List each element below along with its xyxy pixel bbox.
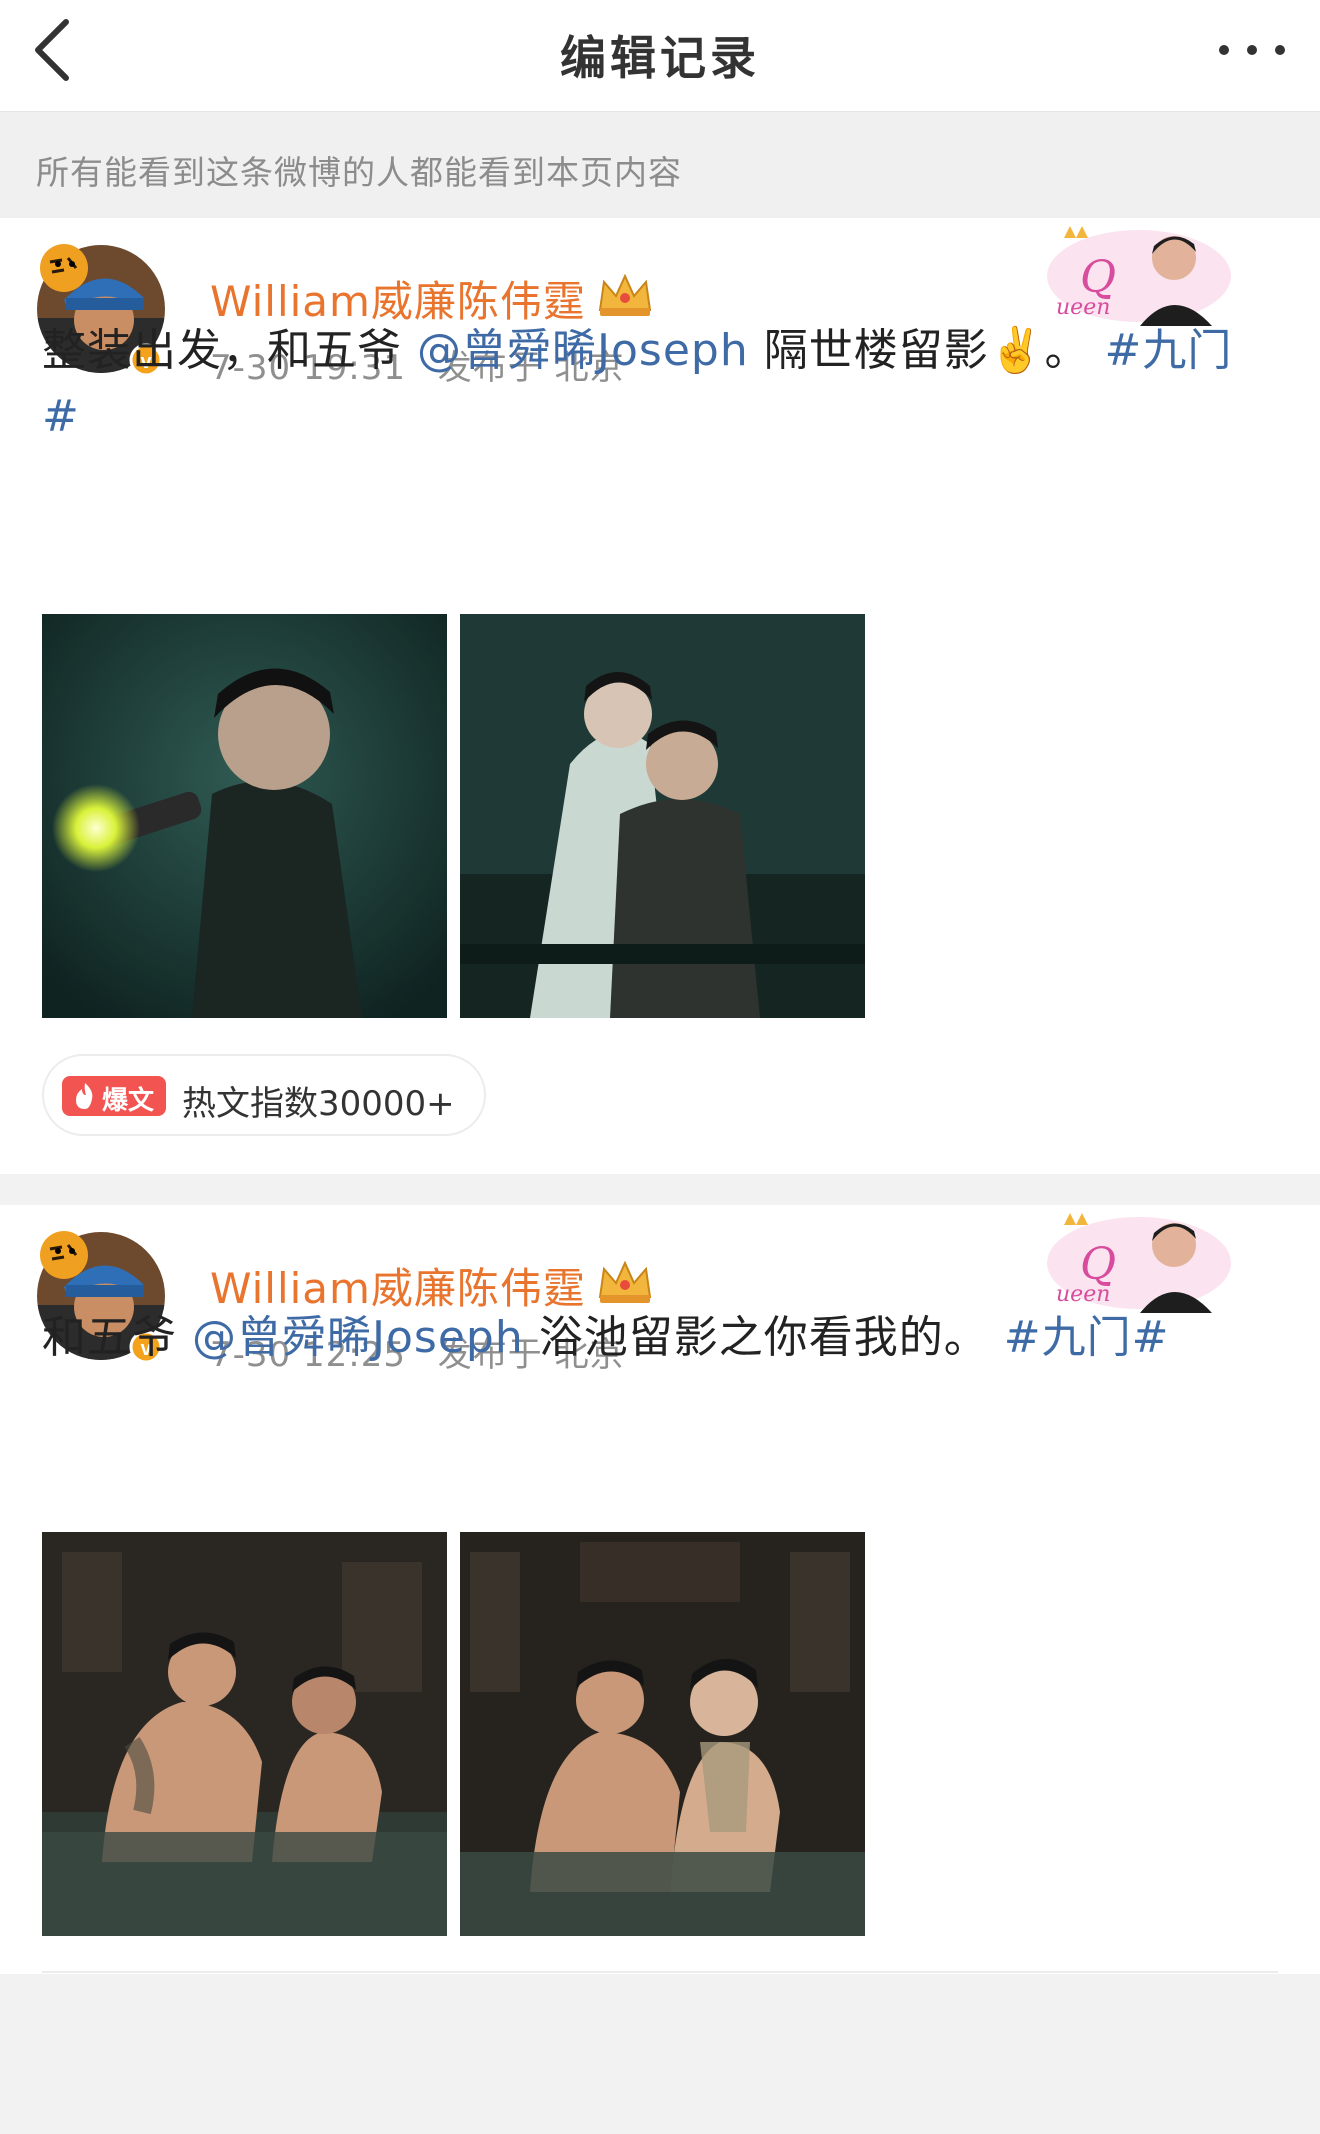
fire-icon xyxy=(76,1083,93,1109)
hot-article-pill[interactable]: 爆文 热文指数30000+ xyxy=(42,1054,486,1136)
post-photo[interactable] xyxy=(460,614,865,1018)
topic-link[interactable]: #九门# xyxy=(1004,1312,1170,1363)
post-photo[interactable] xyxy=(42,614,447,1018)
post-card: v William威廉陈伟霆 7-30 19:31 发布于 北京 Q ueen … xyxy=(0,218,1320,1174)
post-text-body: 和五爷 xyxy=(42,1312,177,1363)
svg-text:ueen: ueen xyxy=(1056,295,1110,320)
post-card: v William威廉陈伟霆 7-30 12:25 发布于 北京 Q ueen … xyxy=(0,1205,1320,1974)
hot-badge: 爆文 xyxy=(62,1076,166,1116)
post-photo[interactable] xyxy=(460,1532,865,1936)
queen-decoration-icon: Q ueen xyxy=(1044,218,1234,328)
visibility-notice: 所有能看到这条微博的人都能看到本页内容 xyxy=(0,112,1320,218)
post-text-body: 隔世楼留影✌️。 xyxy=(763,325,1090,376)
svg-text:ueen: ueen xyxy=(1056,1282,1110,1307)
post-text-body: 浴池留影之你看我的。 xyxy=(538,1312,989,1363)
post-text-body: 整装出发，和五爷 xyxy=(42,325,402,376)
crown-icon xyxy=(596,1257,654,1305)
more-options-button[interactable] xyxy=(1212,30,1292,70)
tiger-icon xyxy=(40,1231,88,1279)
crown-icon xyxy=(596,270,654,318)
tiger-icon xyxy=(40,244,88,292)
mention-link[interactable]: @曾舜晞Joseph xyxy=(417,325,749,376)
post-text: 整装出发，和五爷 @曾舜晞Joseph 隔世楼留影✌️。 #九门# xyxy=(42,318,1262,450)
more-dots-icon xyxy=(1219,45,1285,55)
post-text: 和五爷 @曾舜晞Joseph 浴池留影之你看我的。 #九门# xyxy=(42,1305,1262,1371)
queen-decoration-icon: Q ueen xyxy=(1044,1205,1234,1315)
hot-index-label: 热文指数30000+ xyxy=(182,1084,455,1124)
post-photo[interactable] xyxy=(42,1532,447,1936)
mention-link[interactable]: @曾舜晞Joseph xyxy=(192,1312,524,1363)
page-title: 编辑记录 xyxy=(560,31,760,85)
hot-badge-label: 爆文 xyxy=(102,1086,155,1116)
top-bar: 编辑记录 xyxy=(0,0,1320,112)
divider xyxy=(42,1971,1278,1973)
